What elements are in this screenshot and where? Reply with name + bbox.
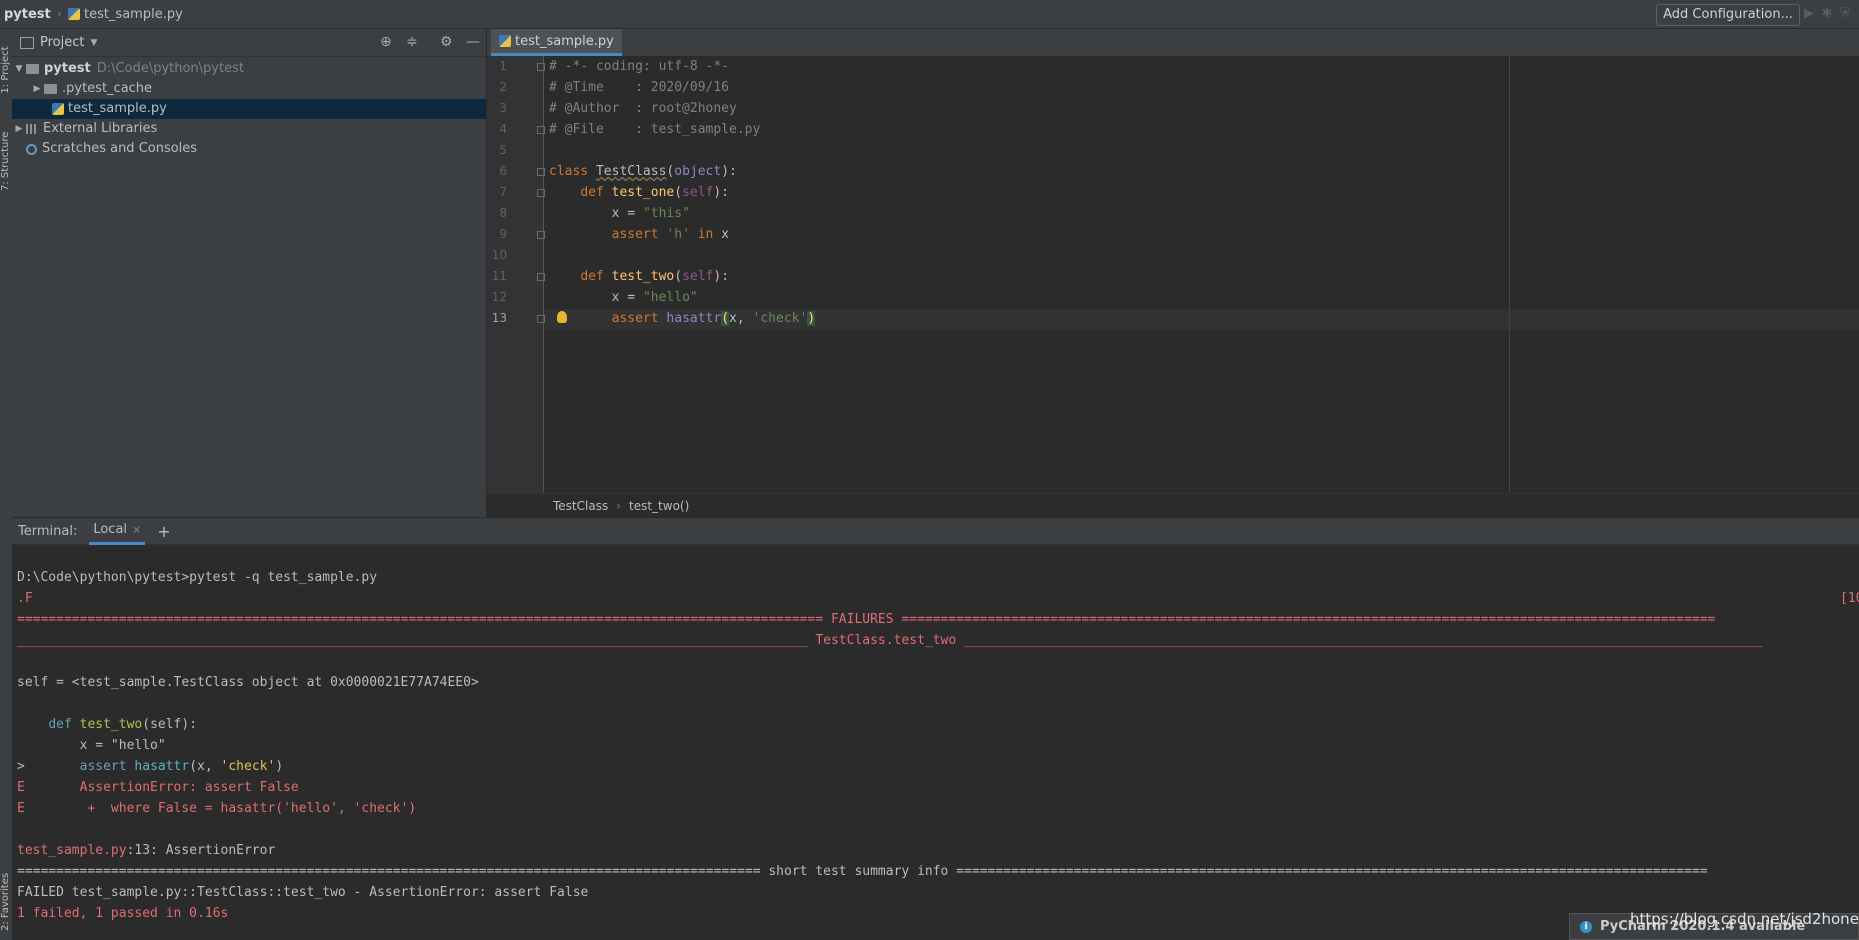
fold-marker-icon[interactable] (537, 168, 545, 176)
chevron-down-icon[interactable]: ▼ (90, 38, 97, 48)
locate-icon[interactable]: ⊕ (380, 34, 392, 50)
code-line-13: assert hasattr(x, 'check') (611, 311, 816, 326)
folder-icon (44, 84, 57, 94)
line-number-current: 13 (491, 311, 507, 325)
project-path: D:\Code\python\pytest (96, 61, 244, 76)
line-number: 10 (491, 248, 507, 262)
terminal-header: Terminal: Local × + (12, 517, 1859, 545)
breadcrumb-class[interactable]: TestClass (553, 499, 608, 513)
chevron-right-icon: › (616, 498, 622, 513)
terminal-line: ========================================… (17, 612, 1716, 627)
python-file-icon (499, 35, 511, 47)
expanded-arrow-icon[interactable]: ▼ (12, 59, 26, 79)
tree-item-test-sample[interactable]: test_sample.py (12, 99, 486, 119)
code-line-3: # @Author : root@2honey (549, 101, 737, 116)
terminal-line: ========================================… (17, 864, 1708, 879)
tree-item-external-libraries[interactable]: ▶ External Libraries (12, 119, 486, 139)
terminal-line: E AssertionError: assert False (17, 780, 299, 795)
line-number: 2 (499, 80, 507, 94)
line-number: 3 (499, 101, 507, 115)
info-icon: i (1580, 920, 1592, 933)
terminal-title: Terminal: (18, 523, 78, 539)
collapsed-arrow-icon[interactable]: ▶ (12, 119, 26, 139)
gear-icon[interactable]: ⚙ (440, 34, 453, 50)
breadcrumb: pytest › test_sample.py (0, 7, 183, 22)
collapse-all-icon[interactable]: ≑ (406, 34, 418, 50)
fold-marker-icon[interactable] (537, 189, 545, 197)
right-margin-guide (1509, 56, 1510, 493)
chevron-right-icon: › (56, 6, 62, 22)
terminal-progress: [100%] (1840, 591, 1859, 606)
library-icon (26, 124, 38, 134)
coverage-icon[interactable]: ⛨ (1837, 6, 1853, 22)
favorites-tool-tab[interactable]: 2: Favorites (0, 873, 12, 931)
breadcrumb-method[interactable]: test_two() (629, 499, 689, 513)
scratches-icon (26, 143, 37, 155)
code-line-7: def test_one(self): (580, 185, 730, 200)
line-number: 5 (499, 143, 507, 157)
terminal-line: ________________________________________… (17, 633, 1763, 648)
collapsed-arrow-icon[interactable]: ▶ (30, 79, 44, 99)
line-number: 7 (499, 185, 507, 199)
terminal-line: 1 failed, 1 passed in 0.16s (17, 906, 229, 921)
breadcrumb-project[interactable]: pytest (4, 7, 51, 22)
line-number: 12 (491, 290, 507, 304)
fold-marker-icon[interactable] (537, 231, 545, 239)
code-line-11: def test_two(self): (580, 269, 730, 284)
terminal-line: def test_two(self): (48, 717, 198, 732)
python-file-icon (67, 8, 80, 20)
line-number: 8 (499, 206, 507, 220)
close-icon[interactable]: × (132, 523, 141, 536)
breadcrumb-file[interactable]: test_sample.py (84, 7, 183, 22)
folder-icon (26, 64, 39, 74)
watermark: https://blog.csdn.net/jsd2honey (1630, 910, 1859, 928)
tab-test-sample[interactable]: test_sample.py (491, 29, 622, 56)
debug-icon[interactable]: ✱ (1819, 6, 1835, 22)
code-line-1: # -*- coding: utf-8 -*- (549, 59, 730, 74)
terminal-line: > assert hasattr(x, 'check') (17, 759, 284, 774)
code-line-2: # @Time : 2020/09/16 (549, 80, 730, 95)
add-configuration-button[interactable]: Add Configuration... (1656, 4, 1800, 26)
tree-item-scratches[interactable]: Scratches and Consoles (12, 139, 486, 159)
line-number: 11 (491, 269, 507, 283)
terminal-line: E + where False = hasattr('hello', 'chec… (17, 801, 417, 816)
fold-marker-icon[interactable] (537, 315, 545, 323)
code-line-12: x = "hello" (611, 290, 698, 305)
line-number: 1 (499, 59, 507, 73)
tree-item-pytest-cache[interactable]: ▶ .pytest_cache (12, 79, 486, 99)
project-view-selector[interactable]: Project (40, 35, 84, 50)
navigation-bar: pytest › test_sample.py Add Configuratio… (0, 0, 1859, 29)
terminal-line: D:\Code\python\pytest>pytest -q test_sam… (17, 570, 378, 585)
terminal-tab-local[interactable]: Local × (89, 517, 146, 545)
code-line-8: x = "this" (611, 206, 690, 221)
python-file-icon (52, 103, 64, 115)
terminal-line: .F (17, 591, 33, 606)
code-line-4: # @File : test_sample.py (549, 122, 761, 137)
structure-tool-tab[interactable]: 7: Structure (0, 132, 12, 191)
terminal-line: self = <test_sample.TestClass object at … (17, 675, 479, 690)
fold-marker-icon[interactable] (537, 63, 545, 71)
line-number: 9 (499, 227, 507, 241)
terminal-line: x = "hello" (17, 738, 166, 753)
project-view-icon (20, 36, 34, 49)
tree-item-pytest[interactable]: ▼ pytest D:\Code\python\pytest (12, 59, 486, 79)
run-icon[interactable]: ▶ (1801, 6, 1817, 22)
tab-label: test_sample.py (515, 33, 614, 49)
terminal-line: test_sample.py:13: AssertionError (17, 843, 276, 858)
fold-marker-icon[interactable] (537, 126, 545, 134)
project-panel: Project ▼ ⊕ ≑ ⚙ — ▼ pytest D:\Code\pytho… (12, 29, 487, 517)
line-number: 4 (499, 122, 507, 136)
editor-tab-bar: test_sample.py (487, 29, 1859, 57)
line-number: 6 (499, 164, 507, 178)
code-line-6: class TestClass(object): (549, 164, 737, 179)
new-terminal-button[interactable]: + (157, 522, 170, 541)
project-tool-tab[interactable]: 1: Project (0, 44, 12, 96)
terminal-line: FAILED test_sample.py::TestClass::test_t… (17, 885, 589, 900)
editor-breadcrumb: TestClass › test_two() (487, 493, 1859, 517)
minimize-icon[interactable]: — (466, 34, 480, 50)
code-line-9: assert 'h' in x (611, 227, 730, 242)
fold-marker-icon[interactable] (537, 273, 545, 281)
